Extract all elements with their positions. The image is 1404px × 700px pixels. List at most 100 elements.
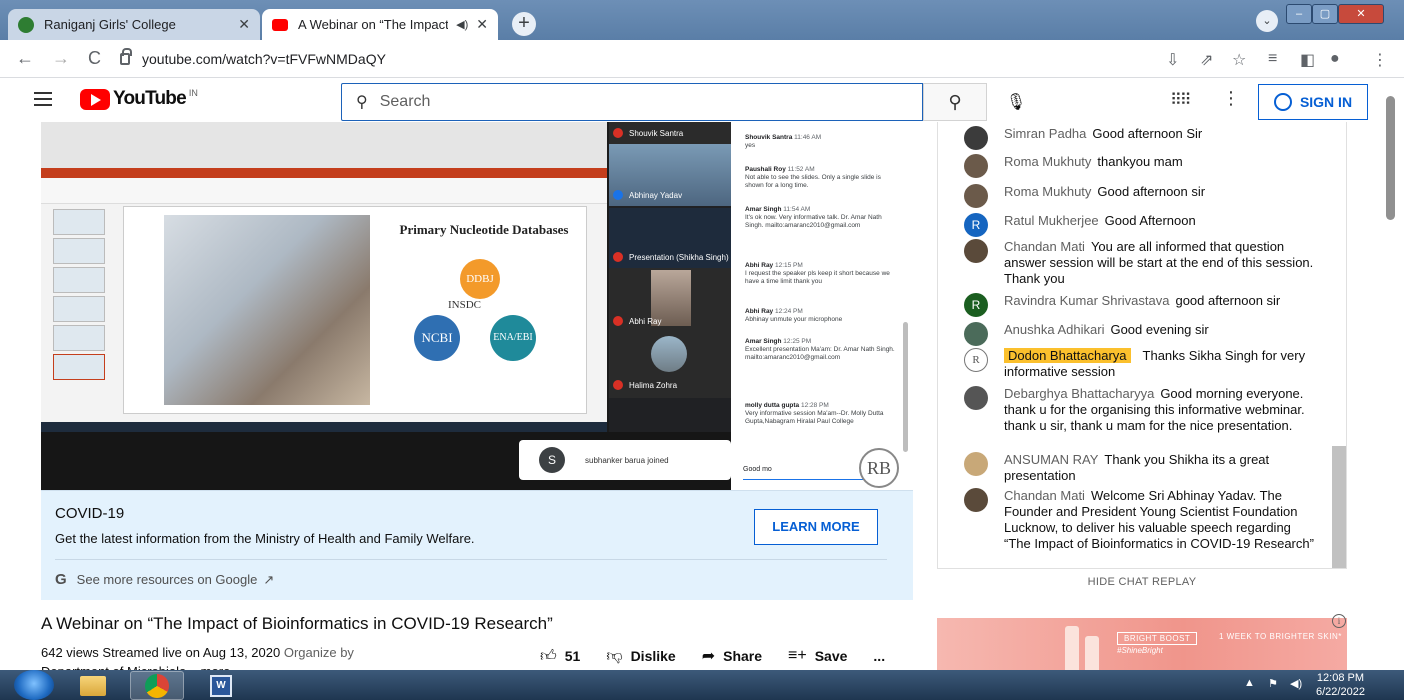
- clock-time: 12:08 PM: [1316, 672, 1365, 684]
- url-field[interactable]: youtube.com/watch?v=tFVFwNMDaQY: [120, 44, 1140, 74]
- participant-label: Halima Zohra: [613, 380, 677, 390]
- speaker-icon[interactable]: ◀): [456, 18, 468, 31]
- search-icon: ⚲: [356, 94, 368, 111]
- close-window-button[interactable]: ✕: [1338, 4, 1384, 24]
- clock-date: 6/22/2022: [1316, 686, 1365, 698]
- search-input[interactable]: ⚲ Search: [341, 83, 923, 121]
- slide-thumbnail: [53, 267, 105, 293]
- ppt-ribbon: [41, 178, 607, 204]
- external-link-icon: ↗: [263, 571, 275, 587]
- hide-chat-replay-button[interactable]: HIDE CHAT REPLAY: [937, 568, 1347, 594]
- like-button[interactable]: 👍︎ 51: [540, 647, 580, 666]
- share-icon[interactable]: ⇗: [1200, 50, 1213, 70]
- windows-taskbar: W ▲ ⚑ ◀) 12:08 PM 6/22/2022: [0, 670, 1404, 700]
- meet-chat-scrollbar: [903, 322, 908, 452]
- chrome-menu-icon[interactable]: ⋮: [1372, 50, 1388, 70]
- chat-message: Simran Padha Good afternoon Sir: [938, 126, 1334, 150]
- reload-icon[interactable]: C: [88, 48, 101, 69]
- menu-icon[interactable]: [34, 92, 52, 106]
- tab-search-icon[interactable]: ⌄: [1256, 10, 1278, 32]
- user-avatar: [964, 488, 988, 512]
- install-icon[interactable]: ⇩: [1166, 50, 1179, 70]
- youtube-logo[interactable]: YouTube IN: [80, 88, 198, 110]
- reading-list-icon[interactable]: ≡: [1268, 50, 1277, 68]
- dislike-button[interactable]: 👎︎ Dislike: [606, 647, 675, 666]
- participant-avatar: S: [539, 447, 565, 473]
- tab-youtube-webinar[interactable]: A Webinar on “The Impact of ◀) ✕: [262, 9, 498, 40]
- file-explorer-icon[interactable]: [66, 671, 120, 700]
- google-resources-link[interactable]: G See more resources on Google ↗: [55, 571, 274, 588]
- user-avatar: R: [964, 213, 988, 237]
- ad-info-icon[interactable]: i: [1332, 614, 1346, 628]
- minimize-button[interactable]: –: [1286, 4, 1312, 24]
- participant-avatar: [651, 336, 687, 372]
- network-flag-icon[interactable]: ⚑: [1268, 677, 1278, 690]
- insdc-label: INSDC: [448, 299, 482, 311]
- tab-raniganj-college[interactable]: Raniganj Girls' College ✕: [8, 9, 260, 40]
- chat-message: R Ratul Mukherjee Good Afternoon: [938, 213, 1334, 237]
- participant-label: Abhi Ray: [613, 316, 661, 326]
- close-tab-icon[interactable]: ✕: [476, 16, 488, 33]
- join-text: subhanker barua joined: [585, 455, 669, 465]
- show-hidden-icons[interactable]: ▲: [1244, 677, 1255, 689]
- windows-start-icon[interactable]: [14, 670, 54, 700]
- sign-in-label: SIGN IN: [1299, 94, 1353, 110]
- user-avatar: [964, 239, 988, 263]
- user-avatar: R: [964, 348, 988, 372]
- chat-scrollbar[interactable]: [1332, 446, 1346, 568]
- page-scrollbar[interactable]: [1386, 96, 1395, 220]
- ppt-current-slide: Primary Nucleotide Databases DDBJ INSDC …: [123, 206, 587, 414]
- settings-menu-icon[interactable]: ⋮: [1222, 88, 1240, 109]
- views-and-date: 642 views Streamed live on Aug 13, 2020: [41, 645, 281, 660]
- microphone-icon: 🎙: [1005, 94, 1027, 111]
- muted-mic-icon: [613, 380, 623, 390]
- chat-author: Roma Mukhuty: [1004, 154, 1092, 169]
- search-placeholder: Search: [379, 93, 431, 110]
- forward-arrow-icon[interactable]: →: [52, 48, 70, 69]
- share-arrow-icon: ➦: [701, 648, 716, 665]
- participant-tile: Abhi Ray: [609, 268, 731, 330]
- apps-grid-icon[interactable]: ⠿⠿: [1170, 90, 1191, 110]
- chat-message-highlighted: R Dodon Bhattacharya Thanks Sikha Singh f…: [938, 348, 1334, 380]
- thumbs-down-icon: 👎︎: [606, 647, 623, 665]
- save-button[interactable]: ≡+ Save: [788, 647, 847, 665]
- profile-icon[interactable]: ●: [1330, 50, 1340, 68]
- meet-chat-message: Abhi Ray 12:15 PM I request the speaker p…: [745, 262, 890, 285]
- sign-in-button[interactable]: SIGN IN: [1258, 84, 1368, 120]
- back-arrow-icon[interactable]: ←: [16, 48, 34, 69]
- chat-message: Debarghya Bhattacharyya Good morning ever…: [938, 386, 1334, 434]
- chat-text: Good Afternoon: [1104, 213, 1196, 228]
- chat-author: Simran Padha: [1004, 126, 1087, 141]
- meet-chat-message: Amar Singh 11:54 AM It's ok now. Very inf…: [745, 206, 882, 229]
- youtube-wordmark: YouTube: [113, 88, 187, 109]
- slide-photo: [164, 215, 370, 405]
- sidebar-ad[interactable]: BRIGHT BOOST #ShineBright 1 WEEK TO BRIG…: [937, 618, 1347, 670]
- more-actions-button[interactable]: ...: [873, 648, 885, 664]
- learn-more-button[interactable]: LEARN MORE: [754, 509, 878, 545]
- chat-author: Ravindra Kumar Shrivastava: [1004, 293, 1170, 308]
- chat-message: ANSUMAN RAY Thank you Shikha its a great …: [938, 452, 1334, 484]
- youtube-play-icon: [80, 88, 110, 110]
- chat-message: Roma Mukhuty Good afternoon sir: [938, 184, 1334, 208]
- volume-icon[interactable]: ◀): [1290, 677, 1302, 690]
- voice-search-button[interactable]: 🎙: [1000, 87, 1032, 119]
- side-panel-icon[interactable]: ◧: [1300, 50, 1315, 70]
- share-button[interactable]: ➦ Share: [702, 646, 762, 666]
- chat-message: Anushka Adhikari Good evening sir: [938, 322, 1334, 346]
- product-bottle: [1085, 636, 1099, 670]
- close-tab-icon[interactable]: ✕: [238, 16, 250, 33]
- user-avatar: [964, 452, 988, 476]
- maximize-button[interactable]: ▢: [1312, 4, 1338, 24]
- info-title: COVID-19: [55, 505, 125, 522]
- shared-screen-powerpoint: Primary Nucleotide Databases DDBJ INSDC …: [41, 122, 607, 432]
- new-tab-button[interactable]: +: [512, 12, 536, 36]
- ad-badge: BRIGHT BOOST: [1117, 632, 1198, 645]
- user-avatar: [964, 154, 988, 178]
- word-taskbar-icon[interactable]: W: [194, 671, 248, 700]
- system-clock[interactable]: 12:08 PM 6/22/2022: [1316, 671, 1365, 699]
- search-button[interactable]: ⚲: [923, 83, 987, 121]
- chat-message: Chandan Mati You are all informed that qu…: [938, 239, 1334, 287]
- chrome-taskbar-icon[interactable]: [130, 671, 184, 700]
- bookmark-star-icon[interactable]: ☆: [1232, 50, 1246, 70]
- video-player[interactable]: Primary Nucleotide Databases DDBJ INSDC …: [41, 122, 913, 490]
